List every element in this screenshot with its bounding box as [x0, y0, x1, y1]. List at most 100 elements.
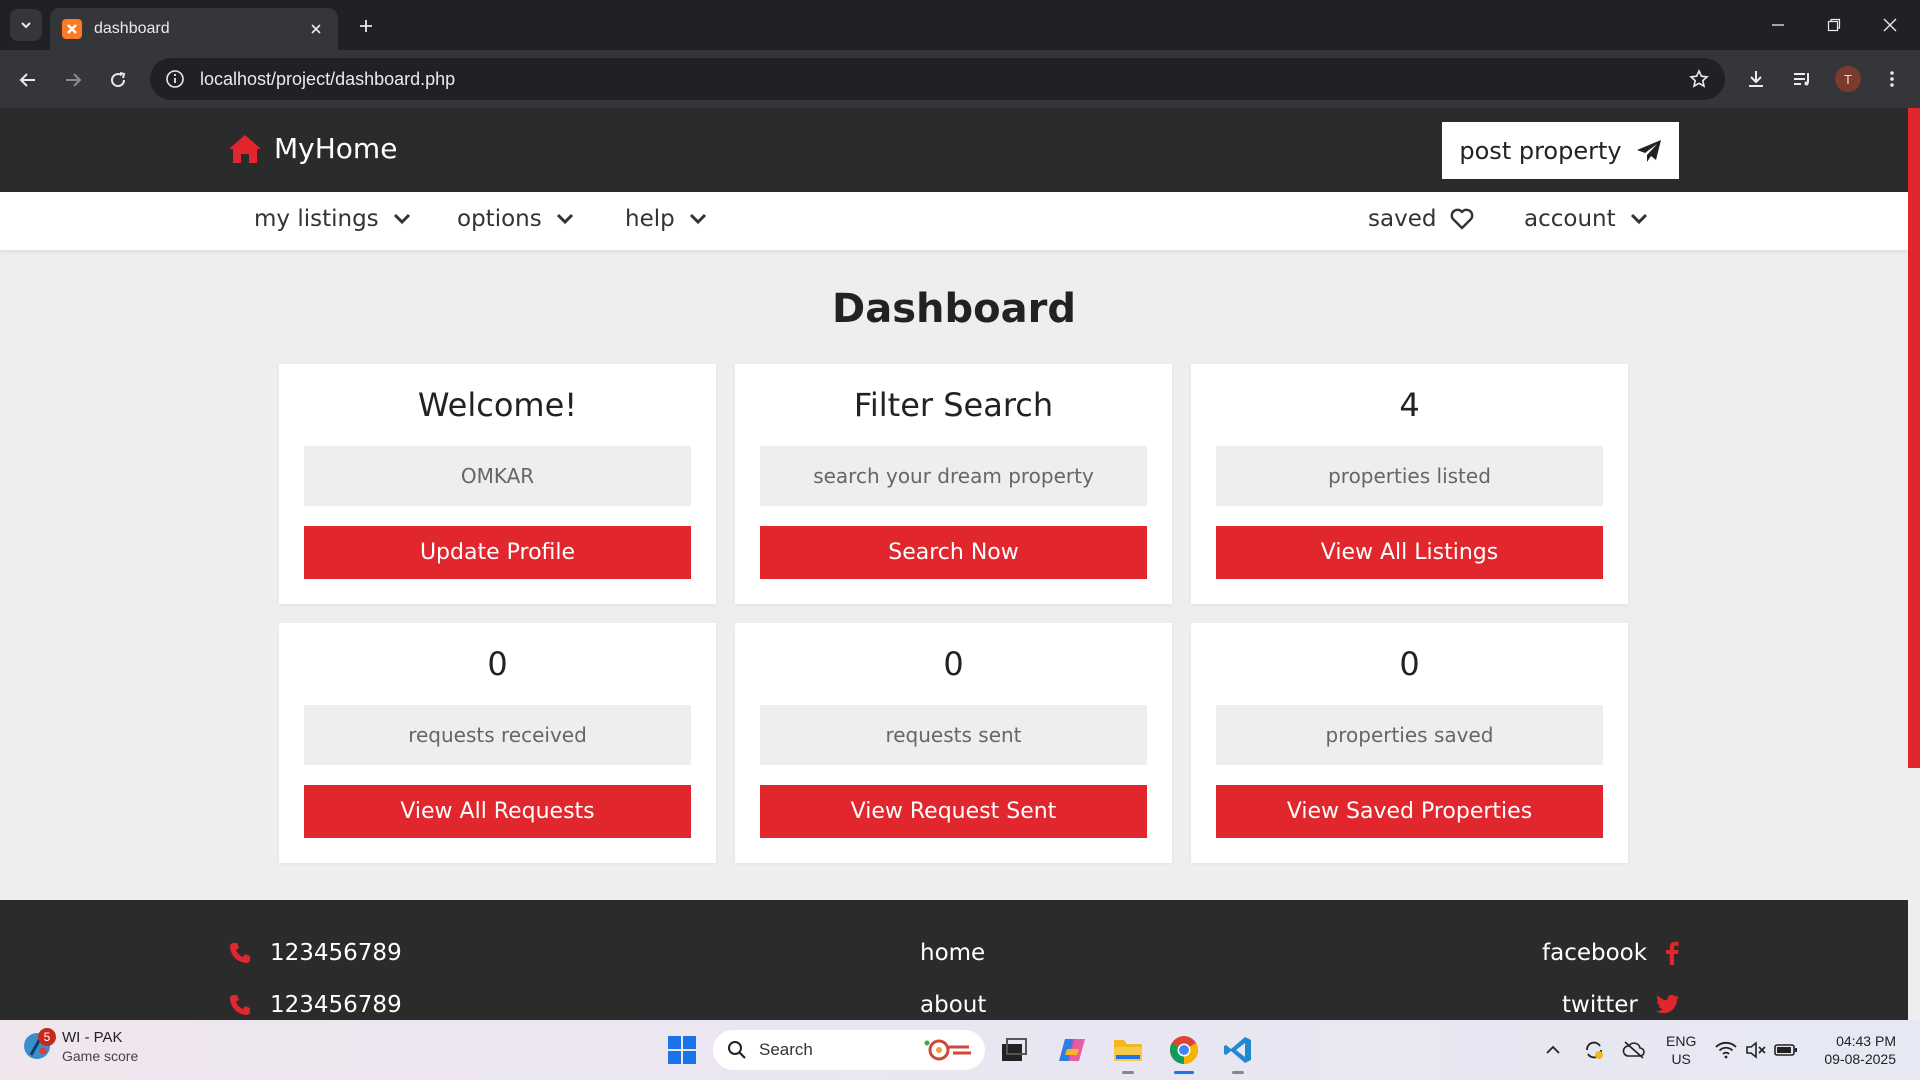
profile-avatar[interactable]: T: [1835, 66, 1861, 92]
clock-date: 09-08-2025: [1824, 1051, 1896, 1067]
page-title: Dashboard: [832, 286, 1076, 332]
chrome-icon[interactable]: [1164, 1030, 1204, 1074]
tab-title: dashboard: [94, 20, 170, 37]
chevron-up-icon[interactable]: [1541, 1038, 1565, 1062]
nav-my-listings[interactable]: my listings: [254, 206, 411, 232]
filter-search-card: Filter Search search your dream property…: [735, 364, 1172, 604]
cloud-offline-icon[interactable]: [1622, 1038, 1646, 1062]
region-code: US: [1671, 1051, 1691, 1067]
twitter-icon: [1655, 994, 1679, 1014]
notification-badge: 5: [38, 1028, 56, 1046]
copilot-icon[interactable]: [1052, 1030, 1092, 1070]
xampp-favicon-icon: [62, 19, 82, 39]
post-property-label: post property: [1459, 136, 1622, 165]
app-running-indicator: [1232, 1071, 1244, 1074]
card-info: requests received: [304, 705, 691, 765]
card-info: properties saved: [1216, 705, 1603, 765]
search-now-button[interactable]: Search Now: [760, 526, 1147, 579]
more-options-icon[interactable]: [1876, 63, 1908, 95]
footer-link-home[interactable]: home: [920, 940, 985, 966]
tab-search-button[interactable]: [10, 9, 42, 41]
wifi-icon[interactable]: [1714, 1038, 1738, 1062]
nav-account[interactable]: account: [1524, 206, 1648, 232]
widget-subtitle: Game score: [62, 1048, 139, 1064]
media-queue-icon[interactable]: [1786, 63, 1818, 95]
card-info: requests sent: [760, 705, 1147, 765]
restore-icon[interactable]: [1814, 8, 1854, 42]
bookmark-star-icon[interactable]: [1687, 67, 1711, 91]
chevron-down-icon: [556, 213, 573, 225]
widget-title: WI - PAK: [62, 1029, 123, 1046]
chevron-down-icon: [689, 213, 706, 225]
requests-received-card: 0 requests received View All Requests: [279, 623, 716, 863]
view-all-listings-button[interactable]: View All Listings: [1216, 526, 1603, 579]
forward-arrow-icon[interactable]: [55, 62, 91, 98]
footer-link-about[interactable]: about: [920, 992, 986, 1018]
language-indicator[interactable]: ENG US: [1666, 1032, 1696, 1068]
site-logo[interactable]: MyHome: [228, 132, 397, 165]
browser-tab-active[interactable]: dashboard: [50, 8, 338, 50]
chevron-down-icon: [1630, 213, 1647, 225]
address-bar[interactable]: localhost/project/dashboard.php: [150, 58, 1725, 100]
battery-icon[interactable]: [1774, 1038, 1798, 1062]
start-windows-icon[interactable]: [662, 1030, 702, 1070]
page-scrollbar[interactable]: [1908, 108, 1920, 768]
nav-my-listings-label: my listings: [254, 206, 379, 232]
clock-time: 04:43 PM: [1836, 1033, 1896, 1049]
paper-plane-icon: [1636, 139, 1661, 162]
nav-options-label: options: [457, 206, 542, 232]
site-header: MyHome post property: [0, 108, 1908, 192]
footer-phone[interactable]: 123456789: [228, 940, 402, 966]
requests-received-count: 0: [487, 645, 508, 683]
language-code: ENG: [1666, 1033, 1697, 1049]
vscode-icon[interactable]: [1218, 1030, 1258, 1074]
chevron-down-icon: [393, 213, 410, 225]
footer-phone-text: 123456789: [270, 992, 402, 1018]
sync-icon[interactable]: [1582, 1038, 1606, 1062]
listings-count: 4: [1399, 386, 1420, 424]
system-clock[interactable]: 04:43 PM 09-08-2025: [1810, 1032, 1896, 1068]
view-request-sent-button[interactable]: View Request Sent: [760, 785, 1147, 838]
post-property-button[interactable]: post property: [1442, 122, 1679, 179]
speaker-muted-icon[interactable]: [1744, 1038, 1768, 1062]
view-saved-properties-button[interactable]: View Saved Properties: [1216, 785, 1603, 838]
close-window-icon[interactable]: [1870, 8, 1910, 42]
footer-twitter[interactable]: twitter: [1562, 992, 1680, 1018]
update-profile-button[interactable]: Update Profile: [304, 526, 691, 579]
close-tab-icon[interactable]: [306, 19, 326, 39]
taskbar-search[interactable]: Search: [713, 1030, 985, 1070]
phone-icon: [230, 943, 250, 963]
footer-facebook[interactable]: facebook: [1542, 940, 1679, 966]
download-icon[interactable]: [1740, 63, 1772, 95]
new-tab-plus-icon[interactable]: [352, 12, 380, 40]
card-info: properties listed: [1216, 446, 1603, 506]
browser-toolbar: localhost/project/dashboard.php T: [0, 50, 1920, 108]
phone-icon: [230, 995, 250, 1015]
home-icon: [229, 134, 261, 163]
app-running-indicator: [1122, 1071, 1134, 1074]
file-explorer-icon[interactable]: [1108, 1030, 1148, 1074]
back-arrow-icon[interactable]: [10, 62, 46, 98]
footer-twitter-label: twitter: [1562, 992, 1638, 1018]
windows-taskbar: WI - PAK Game score 5 Search ENG US 04:4…: [0, 1020, 1920, 1080]
requests-sent-card: 0 requests sent View Request Sent: [735, 623, 1172, 863]
footer-phone[interactable]: 123456789: [228, 992, 402, 1018]
reload-icon[interactable]: [100, 62, 136, 98]
user-name-display: OMKAR: [304, 446, 691, 506]
chevron-down-icon: [21, 22, 31, 29]
browser-tab-bar: dashboard: [0, 0, 1920, 50]
saved-properties-card: 0 properties saved View Saved Properties: [1191, 623, 1628, 863]
nav-saved-label: saved: [1368, 206, 1437, 232]
nav-options[interactable]: options: [457, 206, 574, 232]
page-viewport: MyHome post property my listings options…: [0, 108, 1920, 1020]
task-view-icon[interactable]: [994, 1030, 1034, 1070]
view-all-requests-button[interactable]: View All Requests: [304, 785, 691, 838]
welcome-card: Welcome! OMKAR Update Profile: [279, 364, 716, 604]
app-active-indicator: [1174, 1071, 1194, 1074]
site-info-icon[interactable]: [164, 68, 186, 90]
nav-saved[interactable]: saved: [1368, 206, 1474, 232]
search-icon: [728, 1041, 746, 1059]
nav-help[interactable]: help: [625, 206, 707, 232]
site-footer: 123456789 123456789 home about facebook …: [0, 900, 1908, 1020]
minimize-icon[interactable]: [1758, 8, 1798, 42]
